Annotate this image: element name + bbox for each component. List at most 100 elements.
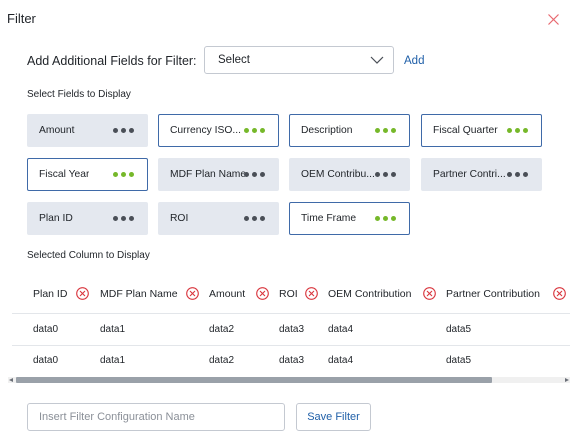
dot xyxy=(113,128,118,133)
dot xyxy=(383,172,388,177)
field-chip[interactable]: OEM Contribu... xyxy=(289,158,410,191)
field-chip-label: Partner Contri... xyxy=(433,169,506,180)
add-field-button[interactable]: Add xyxy=(404,55,424,67)
remove-column-icon[interactable] xyxy=(305,287,318,300)
dot xyxy=(515,172,520,177)
dot xyxy=(523,128,528,133)
column-header: MDF Plan Name xyxy=(100,288,178,300)
more-options-icon[interactable] xyxy=(507,172,528,177)
more-options-icon[interactable] xyxy=(244,172,265,177)
field-chip-label: Time Frame xyxy=(301,213,357,224)
more-options-icon[interactable] xyxy=(375,172,396,177)
dot xyxy=(507,128,512,133)
close-icon[interactable] xyxy=(547,13,560,26)
column-header: OEM Contribution xyxy=(328,288,412,300)
dot xyxy=(375,216,380,221)
dot xyxy=(260,172,265,177)
dot xyxy=(129,216,134,221)
dot xyxy=(523,172,528,177)
field-chip[interactable]: Time Frame xyxy=(289,202,410,235)
field-chip-label: OEM Contribu... xyxy=(301,169,375,180)
dot xyxy=(129,172,134,177)
more-options-icon[interactable] xyxy=(113,172,134,177)
scroll-left-icon[interactable] xyxy=(9,378,13,382)
field-chip-label: Amount xyxy=(39,125,75,136)
scrollbar-thumb[interactable] xyxy=(16,377,492,383)
remove-column-icon[interactable] xyxy=(186,287,199,300)
column-header: Amount xyxy=(209,288,246,300)
dot xyxy=(121,216,126,221)
dot xyxy=(260,128,265,133)
table-cell: data3 xyxy=(279,355,305,366)
more-options-icon[interactable] xyxy=(375,216,396,221)
more-options-icon[interactable] xyxy=(113,216,134,221)
filter-config-name-input[interactable] xyxy=(27,403,285,431)
remove-column-icon[interactable] xyxy=(256,287,269,300)
dot xyxy=(383,128,388,133)
dot xyxy=(244,172,249,177)
row-divider xyxy=(12,345,570,346)
dot xyxy=(391,216,396,221)
dot xyxy=(375,172,380,177)
dot xyxy=(252,216,257,221)
dot xyxy=(129,128,134,133)
table-cell: data3 xyxy=(279,324,305,335)
dot xyxy=(252,128,257,133)
column-header: Partner Contribution xyxy=(446,288,540,300)
save-filter-button[interactable]: Save Filter xyxy=(296,403,371,431)
table-cell: data4 xyxy=(328,355,354,366)
table-cell: data5 xyxy=(446,355,472,366)
field-chip[interactable]: Fiscal Quarter xyxy=(421,114,542,147)
more-options-icon[interactable] xyxy=(244,216,265,221)
field-chip[interactable]: Partner Contri... xyxy=(421,158,542,191)
field-select-value: Select xyxy=(218,54,250,66)
more-options-icon[interactable] xyxy=(507,128,528,133)
field-chip[interactable]: ROI xyxy=(158,202,279,235)
field-chip[interactable]: Amount xyxy=(27,114,148,147)
table-cell: data0 xyxy=(33,355,59,366)
dot xyxy=(391,172,396,177)
scroll-right-icon[interactable] xyxy=(565,378,569,382)
dot xyxy=(252,172,257,177)
table-cell: data0 xyxy=(33,324,59,335)
dot xyxy=(383,216,388,221)
table-cell: data2 xyxy=(209,324,235,335)
dot xyxy=(244,128,249,133)
dot xyxy=(391,128,396,133)
selected-columns-label: Selected Column to Display xyxy=(27,250,150,261)
field-chip[interactable]: Fiscal Year xyxy=(27,158,148,191)
dot xyxy=(121,128,126,133)
field-chip-label: Fiscal Quarter xyxy=(433,125,498,136)
field-chip[interactable]: Description xyxy=(289,114,410,147)
remove-column-icon[interactable] xyxy=(76,287,89,300)
field-chip-label: Currency ISO... xyxy=(170,125,241,136)
more-options-icon[interactable] xyxy=(244,128,265,133)
field-chip-label: ROI xyxy=(170,213,189,224)
dot xyxy=(507,172,512,177)
dot xyxy=(515,128,520,133)
dot xyxy=(375,128,380,133)
field-chip[interactable]: Plan ID xyxy=(27,202,148,235)
field-chip-label: Plan ID xyxy=(39,213,73,224)
more-options-icon[interactable] xyxy=(113,128,134,133)
display-fields-label: Select Fields to Display xyxy=(27,89,131,100)
remove-column-icon[interactable] xyxy=(553,287,566,300)
field-select[interactable]: Select xyxy=(204,46,394,74)
field-chip-label: MDF Plan Name xyxy=(170,169,247,180)
field-chip[interactable]: Currency ISO... xyxy=(158,114,279,147)
row-divider xyxy=(12,313,570,314)
field-chip-label: Description xyxy=(301,125,353,136)
add-fields-label: Add Additional Fields for Filter: xyxy=(27,54,197,68)
dot xyxy=(244,216,249,221)
column-header: ROI xyxy=(279,288,298,300)
dot xyxy=(113,216,118,221)
modal-title: Filter xyxy=(7,11,36,26)
remove-column-icon[interactable] xyxy=(423,287,436,300)
field-chip-label: Fiscal Year xyxy=(39,169,90,180)
table-cell: data1 xyxy=(100,355,126,366)
field-chip[interactable]: MDF Plan Name xyxy=(158,158,279,191)
more-options-icon[interactable] xyxy=(375,128,396,133)
table-cell: data1 xyxy=(100,324,126,335)
table-cell: data4 xyxy=(328,324,354,335)
dot xyxy=(121,172,126,177)
